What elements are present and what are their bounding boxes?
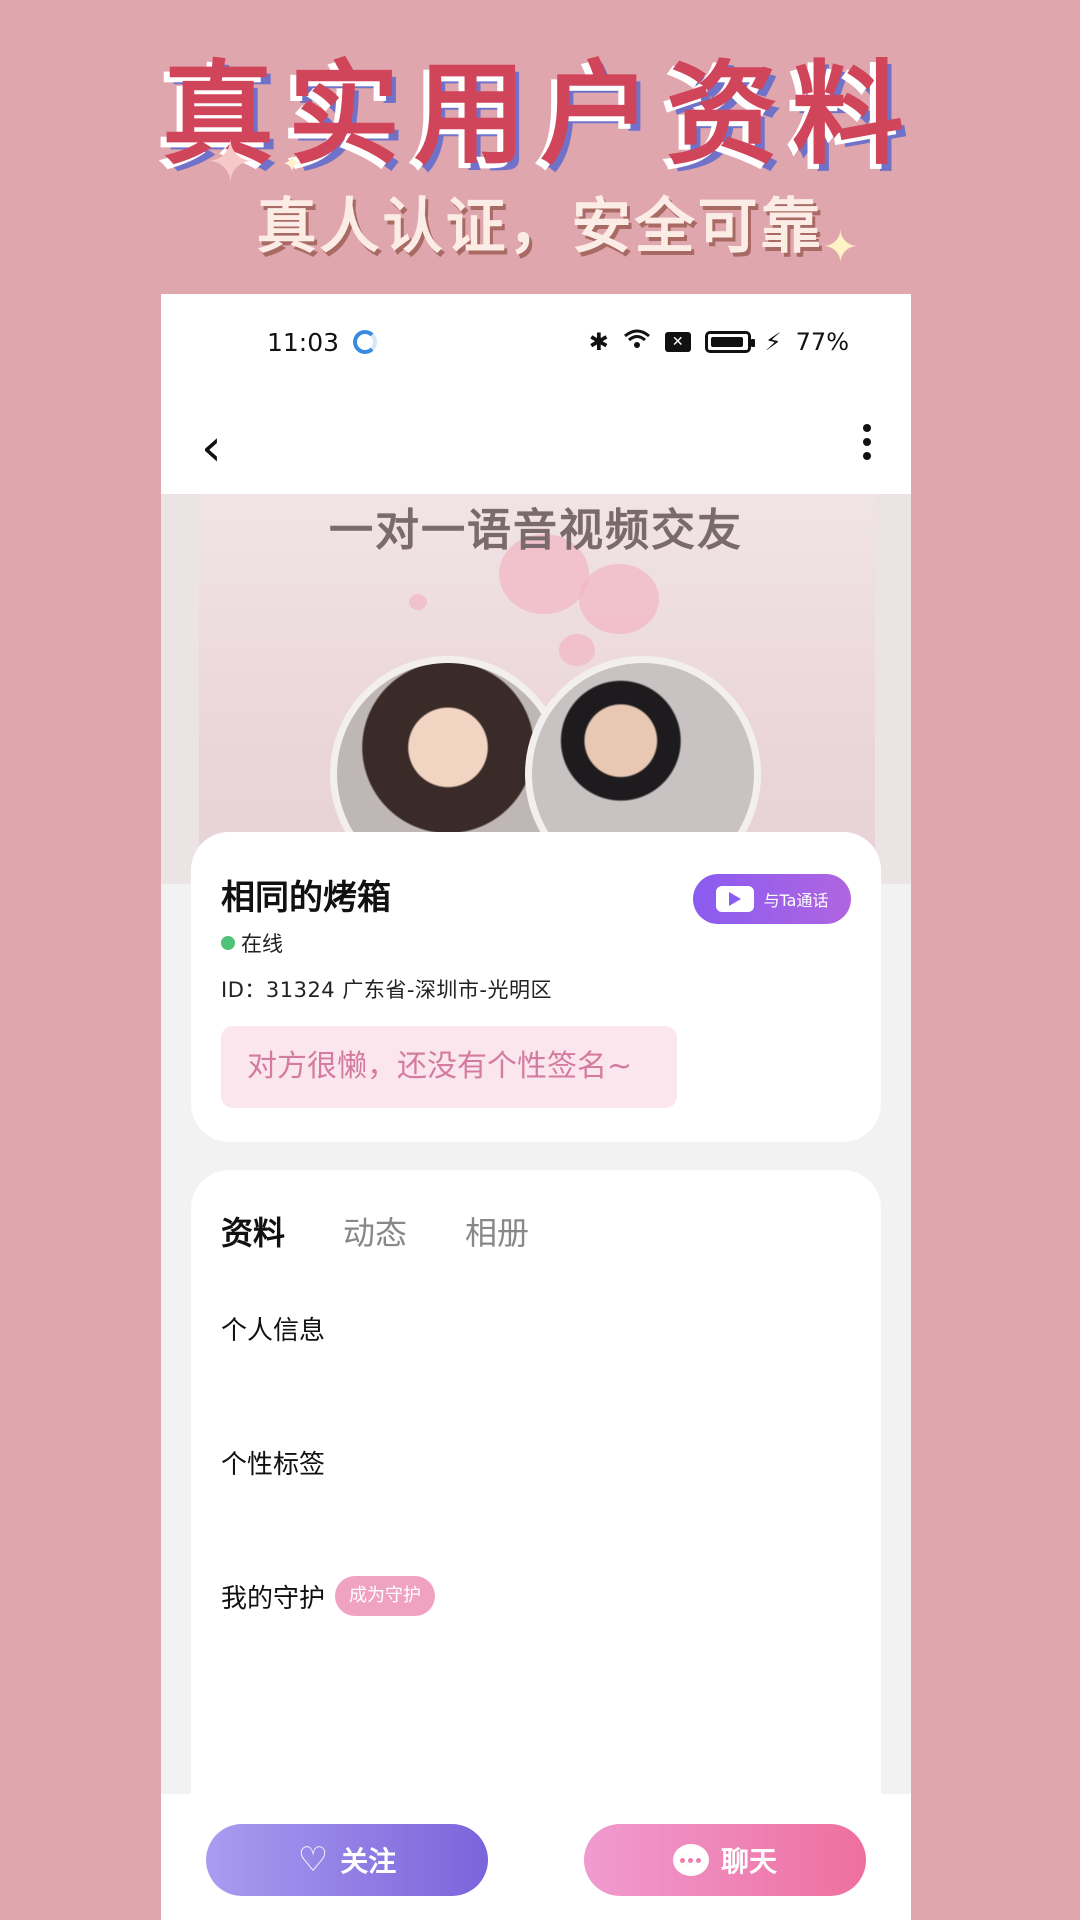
profile-id-location: ID：31324 广东省-深圳市-光明区 xyxy=(221,978,552,1002)
tab-label: 资料 xyxy=(221,1214,286,1252)
video-call-label: 与Ta通话 xyxy=(763,891,829,910)
profile-card: 相同的烤箱 在线 ID：31324 广东省-深圳市-光明区 与Ta通话 对方很懒… xyxy=(191,832,881,1142)
chat-button[interactable]: 聊天 xyxy=(584,1824,866,1896)
sim-off-icon: ✕ xyxy=(664,332,691,352)
status-time: 11:03 xyxy=(267,328,340,357)
status-icons: ✱ ✕ ⚡ 77% xyxy=(589,328,849,356)
phone-screen: 11:03 ✱ ✕ ⚡ 77% ‹ 一对一语音视频交友 相同的烤箱 在线 ID：… xyxy=(161,294,911,1920)
tab-profile[interactable]: 资料 xyxy=(221,1208,285,1254)
chat-label: 聊天 xyxy=(720,1845,777,1878)
heart-decoration xyxy=(579,564,659,634)
follow-label: 关注 xyxy=(340,1845,397,1878)
nav-bar: ‹ xyxy=(161,394,911,494)
status-bar: 11:03 ✱ ✕ ⚡ 77% xyxy=(161,294,911,394)
online-status: 在线 xyxy=(221,928,283,958)
bottom-action-bar: ♡ 关注 聊天 xyxy=(161,1794,911,1920)
tab-label: 动态 xyxy=(343,1214,408,1252)
promo-subtitle: 真人认证，安全可靠 xyxy=(256,192,824,262)
tab-label: 相册 xyxy=(465,1214,530,1252)
become-guard-button[interactable]: 成为守护 xyxy=(335,1576,436,1616)
more-options-icon[interactable] xyxy=(863,424,871,460)
video-call-button[interactable]: 与Ta通话 xyxy=(693,874,851,924)
profile-name: 相同的烤箱 xyxy=(221,878,391,918)
heart-decoration xyxy=(559,634,595,666)
tab-moments[interactable]: 动态 xyxy=(343,1208,407,1254)
chat-bubble-icon xyxy=(672,1844,709,1876)
battery-percent: 77% xyxy=(795,328,849,356)
sparkle-icon: ✦ xyxy=(282,150,303,178)
back-icon[interactable]: ‹ xyxy=(201,422,222,474)
tab-album[interactable]: 相册 xyxy=(465,1208,529,1254)
follow-button[interactable]: ♡ 关注 xyxy=(206,1824,488,1896)
video-camera-icon xyxy=(715,886,754,912)
battery-icon xyxy=(704,331,755,353)
online-dot-icon xyxy=(221,936,235,950)
wifi-icon xyxy=(623,328,651,356)
heart-decoration xyxy=(409,594,427,610)
personal-tags-heading: 个性标签 xyxy=(221,1450,326,1480)
charging-icon: ⚡ xyxy=(764,328,782,356)
sparkle-icon: ✦ xyxy=(822,222,859,273)
sync-icon xyxy=(353,330,377,354)
personal-info-heading: 个人信息 xyxy=(221,1316,326,1346)
promo-title: 真实用户资料 xyxy=(162,49,918,180)
heart-icon: ♡ xyxy=(297,1840,329,1880)
online-status-label: 在线 xyxy=(241,932,283,956)
my-guard-row: 我的守护 成为守护 xyxy=(221,1576,436,1616)
signature-box: 对方很懒，还没有个性签名~ xyxy=(221,1026,677,1108)
profile-tabs: 资料 动态 相册 xyxy=(221,1208,529,1254)
banner-title: 一对一语音视频交友 xyxy=(329,505,743,556)
profile-banner: 一对一语音视频交友 xyxy=(161,494,911,892)
my-guard-heading: 我的守护 xyxy=(221,1583,326,1614)
bluetooth-icon: ✱ xyxy=(588,328,609,356)
